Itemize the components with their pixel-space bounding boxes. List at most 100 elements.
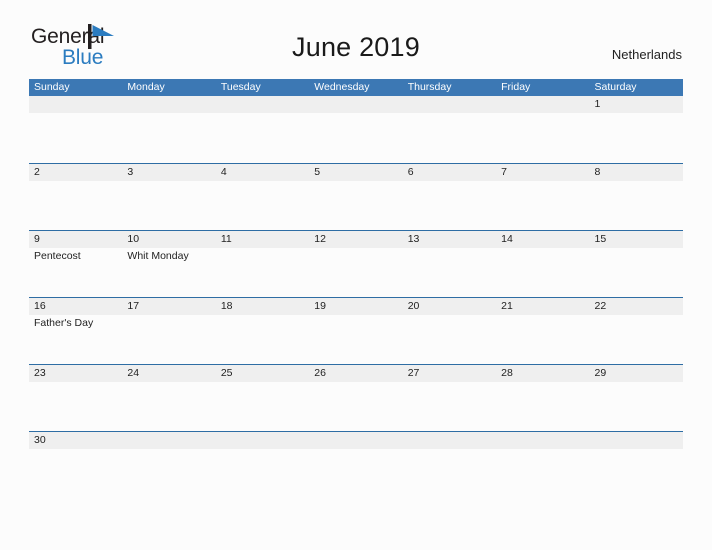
day-number: 22 [594, 300, 607, 312]
calendar-week-row: 16 Father's Day 17 18 19 20 21 22 [29, 297, 683, 364]
day-cell[interactable]: 22 [590, 298, 683, 364]
week-days: 23 24 25 26 27 28 29 [29, 365, 683, 431]
day-number: 16 [34, 300, 46, 312]
day-number: 5 [314, 166, 321, 178]
day-cell[interactable]: 10 Whit Monday [122, 231, 215, 297]
day-number: 24 [127, 367, 140, 379]
day-cell[interactable]: 9 Pentecost [29, 231, 122, 297]
day-number: 8 [594, 166, 601, 178]
day-events [314, 449, 402, 451]
day-events [408, 449, 496, 451]
day-events [595, 315, 683, 317]
day-number: 14 [501, 233, 513, 245]
day-cell[interactable]: 1 [590, 96, 683, 163]
day-number: 13 [407, 233, 420, 245]
day-cell[interactable]: 26 [309, 365, 402, 431]
day-events [221, 113, 309, 115]
day-events [314, 248, 402, 250]
weekday-header-monday: Monday [127, 81, 165, 93]
day-events: Father's Day [34, 315, 122, 330]
day-number: 4 [220, 166, 227, 178]
day-cell-empty [496, 432, 589, 498]
day-cell-empty [309, 432, 402, 498]
calendar-week-row: 1 [29, 96, 683, 163]
day-number: 11 [220, 233, 232, 245]
weekday-header-thursday: Thursday [407, 81, 452, 93]
day-number: 26 [314, 367, 326, 379]
day-cell[interactable]: 14 [496, 231, 589, 297]
day-cell[interactable]: 2 [29, 164, 122, 230]
day-cell[interactable]: 16 Father's Day [29, 298, 122, 364]
day-events [501, 315, 589, 317]
day-cell[interactable]: 24 [122, 365, 215, 431]
week-days: 2 3 4 5 6 7 8 [29, 164, 683, 230]
day-number: 23 [34, 367, 46, 379]
day-events [501, 113, 589, 115]
day-cell[interactable]: 7 [496, 164, 589, 230]
day-cell[interactable]: 29 [590, 365, 683, 431]
day-events [501, 382, 589, 384]
day-cell[interactable]: 4 [216, 164, 309, 230]
day-cell[interactable]: 13 [403, 231, 496, 297]
day-events [595, 181, 683, 183]
day-cell[interactable]: 23 [29, 365, 122, 431]
day-number: 15 [594, 233, 607, 245]
calendar-week-row: 9 Pentecost 10 Whit Monday 11 12 13 14 15 [29, 230, 683, 297]
day-events [314, 181, 402, 183]
day-events [595, 449, 683, 451]
day-number: 10 [127, 233, 140, 245]
day-cell-empty [216, 96, 309, 163]
weekday-header-tuesday: Tuesday [220, 81, 261, 93]
day-events [221, 181, 309, 183]
day-cell[interactable]: 19 [309, 298, 402, 364]
day-events [34, 113, 122, 115]
day-events [127, 113, 215, 115]
day-events [221, 248, 309, 250]
week-days: 16 Father's Day 17 18 19 20 21 22 [29, 298, 683, 364]
day-cell[interactable]: 5 [309, 164, 402, 230]
day-events [595, 248, 683, 250]
day-cell-empty [403, 432, 496, 498]
day-cell-empty [216, 432, 309, 498]
day-cell[interactable]: 12 [309, 231, 402, 297]
day-cell[interactable]: 28 [496, 365, 589, 431]
day-cell[interactable]: 27 [403, 365, 496, 431]
holiday-event: Father's Day [34, 317, 94, 329]
day-events: Whit Monday [127, 248, 215, 263]
day-number: 21 [501, 300, 513, 312]
day-events [221, 315, 309, 317]
day-number: 30 [34, 434, 46, 446]
day-number: 9 [34, 233, 40, 245]
day-cell[interactable]: 30 [29, 432, 122, 498]
day-cell[interactable]: 25 [216, 365, 309, 431]
day-cell[interactable]: 11 [216, 231, 309, 297]
day-number: 20 [407, 300, 420, 312]
day-cell[interactable]: 21 [496, 298, 589, 364]
day-number: 6 [407, 166, 414, 178]
day-cell[interactable]: 15 [590, 231, 683, 297]
day-cell[interactable]: 20 [403, 298, 496, 364]
day-events [408, 113, 496, 115]
day-cell[interactable]: 8 [590, 164, 683, 230]
day-number: 28 [501, 367, 513, 379]
day-events [408, 181, 496, 183]
day-cell-empty [496, 96, 589, 163]
day-cell-empty [122, 432, 215, 498]
day-events [127, 382, 215, 384]
day-events [595, 382, 683, 384]
day-number: 12 [314, 233, 326, 245]
day-cell[interactable]: 6 [403, 164, 496, 230]
page-header: General Blue June 2019 Netherlands [0, 0, 712, 68]
day-cell[interactable]: 17 [122, 298, 215, 364]
calendar-page: General Blue June 2019 Netherlands Sunda… [0, 0, 712, 550]
page-title: June 2019 [292, 32, 420, 62]
day-cell[interactable]: 3 [122, 164, 215, 230]
day-cell[interactable]: 18 [216, 298, 309, 364]
day-events: Pentecost [34, 248, 122, 263]
day-events [408, 248, 496, 250]
weekday-header-row: Sunday Monday Tuesday Wednesday Thursday Frid… [29, 79, 683, 96]
week-days: 1 [29, 96, 683, 163]
day-number: 27 [407, 367, 420, 379]
day-number: 2 [34, 166, 40, 178]
day-events [127, 181, 215, 183]
